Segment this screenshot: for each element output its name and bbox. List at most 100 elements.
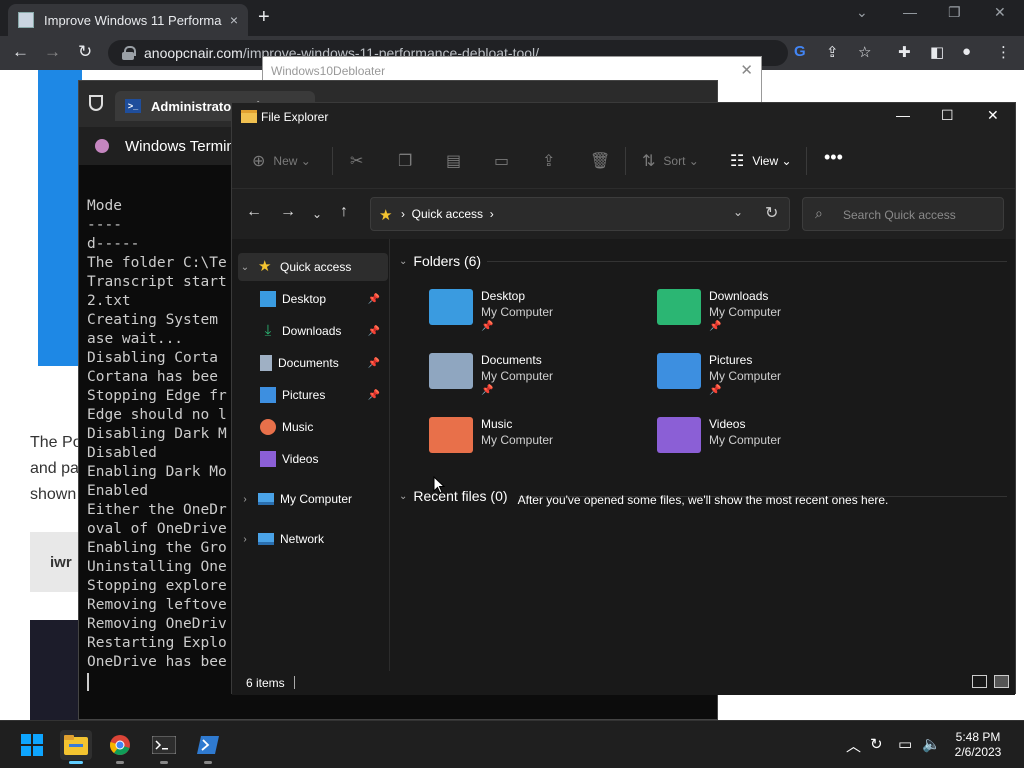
forward-arrow-icon[interactable]: → [280,203,296,221]
new-tab-button[interactable]: + [258,6,270,29]
up-arrow-icon[interactable]: ↑ [340,203,348,221]
document-icon [260,355,272,371]
debloater-title: Windows10Debloater [271,64,386,78]
nav-item-quick-access[interactable]: ⌄ ★ Quick access [238,253,388,281]
nav-item-documents[interactable]: Documents 📌 [254,349,388,377]
folder-tile[interactable]: Downloads My Computer 📌 [657,287,877,343]
computer-icon [258,493,274,505]
folder-tile[interactable]: Videos My Computer [657,415,877,471]
rename-button[interactable]: ▭ [494,151,517,171]
item-count: 6 items [246,676,285,690]
refresh-icon[interactable]: ↻ [765,203,778,223]
menu-kebab-icon[interactable]: ⋮ [996,43,1011,61]
start-button[interactable] [16,730,48,760]
tab-search-icon[interactable]: ⌄ [856,4,868,21]
pin-icon: 📌 [709,321,722,332]
browser-tab[interactable]: Improve Windows 11 Performanc × [8,4,248,36]
details-view-icon[interactable] [972,675,987,688]
browser-tab-title: Improve Windows 11 Performanc [44,12,222,28]
nav-item-pictures[interactable]: Pictures 📌 [254,381,388,409]
share-icon[interactable]: ⇪ [826,43,839,61]
taskbar-terminal[interactable] [148,730,180,764]
folder-tile[interactable]: Documents My Computer 📌 [429,351,649,407]
folder-tile[interactable]: Desktop My Computer 📌 [429,287,649,343]
folder-app-icon [241,110,257,123]
cut-button[interactable]: ✂ [350,151,371,171]
extensions-icon[interactable]: ✚ [898,43,911,61]
navigation-pane: ⌄ ★ Quick access Desktop 📌 ⤓ Downloads 📌… [232,239,390,671]
copy-button[interactable]: ❐ [398,151,420,171]
taskbar-powershell[interactable] [192,730,224,764]
terminal-line: ase wait... [87,331,184,347]
terminal-line: ---- [87,217,122,233]
nav-item-my-computer[interactable]: › My Computer [238,485,388,513]
minimize-icon[interactable]: — [903,4,917,20]
tiles-view-icon[interactable] [994,675,1009,688]
downloads-folder-icon [657,289,701,325]
nav-item-music[interactable]: Music [254,413,388,441]
close-window-icon[interactable]: ✕ [994,4,1006,21]
address-dropdown-icon[interactable]: ⌄ [733,205,743,219]
terminal-output[interactable]: Mode ---- d----- The folder C:\Te Transcript… [87,197,237,672]
google-lens-icon[interactable]: G [794,43,806,60]
taskbar-chrome[interactable] [104,730,136,764]
pictures-folder-icon [657,353,701,389]
chevron-right-icon[interactable]: › [238,534,252,545]
clock-date: 2/6/2023 [954,745,1002,759]
scissors-icon: ✂ [350,153,364,170]
clock-time: 5:48 PM [955,730,1001,744]
minimize-icon[interactable]: — [896,107,910,123]
debloater-close-icon[interactable]: ✕ [740,61,753,79]
taskbar: ︿ ↻ ▭ 🔈 [0,720,1024,768]
nav-item-desktop[interactable]: Desktop 📌 [254,285,388,313]
show-hidden-icons[interactable]: ︿ [846,735,861,756]
bookmark-star-icon[interactable]: ☆ [858,43,871,61]
paste-button[interactable]: ▤ [446,151,469,171]
nav-item-videos[interactable]: Videos [254,445,388,473]
recent-files-empty-message: After you've opened some files, we'll sh… [517,493,889,507]
address-bar[interactable]: ★ › Quick access › ⌄ ↻ [370,197,790,231]
network-icon[interactable]: ▭ [898,735,912,753]
maximize-icon[interactable]: ☐ [941,107,954,124]
nav-item-downloads[interactable]: ⤓ Downloads 📌 [254,317,388,345]
folder-tile[interactable]: Music My Computer [429,415,649,471]
network-icon [258,533,274,545]
close-tab-icon[interactable]: × [230,12,238,28]
folder-tile[interactable]: Pictures My Computer 📌 [657,351,877,407]
search-box[interactable]: ⌕ Search Quick access [802,197,1004,231]
folder-name: Videos [709,417,746,431]
breadcrumb[interactable]: › Quick access › [401,207,494,221]
reload-icon[interactable]: ↻ [78,42,92,62]
profile-icon[interactable]: ● [962,43,971,60]
folders-section-header[interactable]: ⌄ Folders (6) [399,253,481,269]
forward-arrow-icon[interactable]: → [44,42,61,62]
folder-name: Documents [481,353,542,367]
taskbar-clock[interactable]: 5:48 PM 2/6/2023 [938,730,1018,760]
explorer-titlebar: File Explorer — ☐ ✕ [232,103,1015,131]
taskbar-file-explorer[interactable] [60,730,92,764]
delete-button[interactable]: 🗑 [590,151,618,171]
view-button[interactable]: ☷ View ⌄ [730,151,792,171]
nav-item-network[interactable]: › Network [238,525,388,553]
folder-name: Music [481,417,513,431]
recent-locations-icon[interactable]: ⌄ [312,207,322,221]
chevron-down-icon[interactable]: ⌄ [238,262,252,273]
terminal-line: Transcript start [87,274,227,290]
terminal-line: Enabling Dark Mo [87,464,227,480]
share-button[interactable]: ⇪ [542,151,563,171]
terminal-line: OneDrive has bee [87,654,227,670]
sort-button[interactable]: ⇅ Sort ⌄ [642,151,699,171]
desktop-folder-icon [260,291,276,307]
running-indicator [116,761,124,764]
more-options-button[interactable]: ••• [824,147,843,168]
back-arrow-icon[interactable]: ← [12,42,29,62]
back-arrow-icon[interactable]: ← [246,203,262,221]
terminal-line: Creating System [87,312,218,328]
clipboard-icon: ▤ [446,153,462,170]
sync-icon[interactable]: ↻ [870,735,883,753]
side-panel-icon[interactable]: ◧ [930,43,944,61]
close-icon[interactable]: ✕ [987,107,999,124]
chevron-right-icon[interactable]: › [238,494,252,505]
new-button[interactable]: ⊕ New ⌄ [252,151,311,171]
restore-icon[interactable]: ❐ [948,4,961,21]
